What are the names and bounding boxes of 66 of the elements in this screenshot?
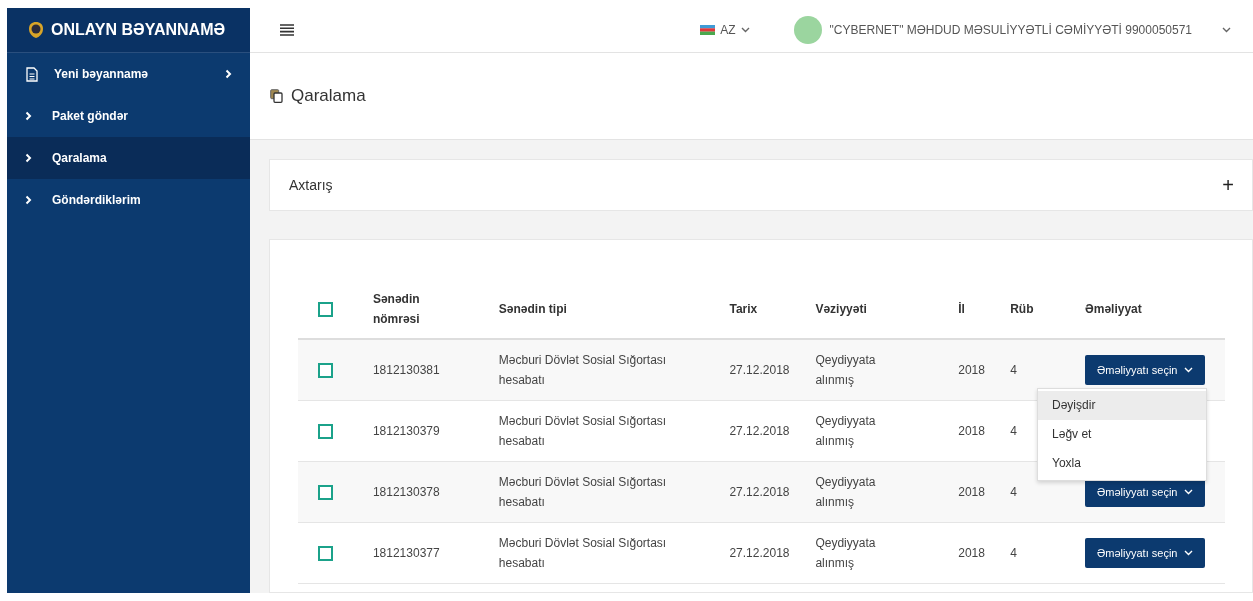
column-header: Rüb [1010, 301, 1034, 318]
user-menu[interactable]: "CYBERNET" MƏHDUD MƏSULİYYƏTLİ CƏMİYYƏTİ 9900050571 [787, 15, 1237, 45]
table-cell: 1812130379 [372, 424, 440, 438]
checkbox[interactable] [318, 362, 333, 378]
column-header: Sənədin tipi [498, 301, 567, 318]
menu-item[interactable]: Ləğv et [1038, 420, 1207, 449]
column-header: Tarix [729, 301, 758, 318]
checkbox[interactable] [318, 301, 333, 317]
menu-item[interactable]: Dəyişdir [1038, 391, 1207, 420]
table-cell: 2018 [958, 363, 985, 377]
chevron-right-icon [25, 195, 32, 205]
table-cell: 27.12.2018 [729, 363, 790, 377]
expand-button[interactable]: + [1222, 173, 1234, 197]
table-cell: 4 [1010, 485, 1017, 499]
chevron-down-icon [1184, 367, 1194, 373]
table-cell: 4 [1010, 363, 1017, 377]
copy-icon [270, 89, 283, 103]
action-dropdown-button[interactable]: Əməliyyatı seçin [1085, 538, 1206, 568]
table-cell: 2018 [958, 424, 985, 438]
table-cell: 2018 [958, 485, 985, 499]
table-cell-text: Məcburi Dövlət Sosial Sığortası hesabatı [498, 413, 668, 450]
emblem-icon [28, 21, 44, 39]
table-cell-text: Məcburi Dövlət Sosial Sığortası hesabatı [498, 352, 668, 389]
chevron-down-icon [1222, 27, 1231, 33]
sidebar-item[interactable]: Paket göndər [7, 95, 250, 137]
table-cell: 1812130381 [372, 363, 440, 377]
checkbox[interactable] [318, 484, 333, 500]
table-cell: 27.12.2018 [729, 546, 790, 560]
chevron-right-icon [25, 153, 32, 163]
table-cell-text: Qeydiyyata alınmış [815, 535, 877, 572]
column-header: Vəziyyəti [815, 301, 867, 318]
chevron-right-icon [225, 69, 232, 79]
table-cell: 2018 [958, 546, 985, 560]
chevron-down-icon [740, 27, 750, 33]
table-cell-text: Məcburi Dövlət Sosial Sığortası hesabatı [498, 474, 668, 511]
table-cell-text: Qeydiyyata alınmış [815, 413, 877, 450]
sidebar-item[interactable]: Göndərdiklərim [7, 179, 250, 221]
table-cell: 4 [1010, 424, 1017, 438]
chevron-right-icon [25, 111, 32, 121]
chevron-down-icon [1184, 550, 1194, 556]
document-icon [25, 66, 39, 82]
table-cell-text: Məcburi Dövlət Sosial Sığortası hesabatı [498, 535, 668, 572]
flag-icon [700, 25, 716, 35]
page-title: Qaralama [291, 86, 366, 106]
checkbox[interactable] [318, 423, 333, 439]
sidebar-item[interactable]: Qaralama [7, 137, 250, 179]
table-cell-text: Qeydiyyata alınmış [815, 352, 877, 389]
table-cell: 4 [1010, 546, 1017, 560]
search-panel-title: Axtarış [289, 177, 334, 193]
table-cell: 1812130378 [372, 485, 440, 499]
column-header: Əməliyyat [1085, 301, 1142, 318]
column-header: İl [958, 301, 965, 318]
action-dropdown-button[interactable]: Əməliyyatı seçin [1085, 355, 1206, 385]
chevron-down-icon [1184, 489, 1194, 495]
column-header: Sənədin nömrəsi [372, 291, 421, 328]
checkbox[interactable] [318, 545, 333, 561]
sidebar-item[interactable]: Yeni bəyannamə [7, 53, 250, 95]
table-cell: 27.12.2018 [729, 424, 790, 438]
table-cell: 27.12.2018 [729, 485, 790, 499]
language-selector[interactable]: AZ [694, 22, 756, 38]
app-title: ONLAYN BƏYANNAMƏ [51, 21, 226, 39]
menu-icon[interactable] [280, 24, 294, 36]
table-cell: 1812130377 [372, 546, 440, 560]
table-cell-text: Qeydiyyata alınmış [815, 474, 877, 511]
menu-item[interactable]: Yoxla [1038, 449, 1207, 478]
avatar [793, 16, 822, 44]
